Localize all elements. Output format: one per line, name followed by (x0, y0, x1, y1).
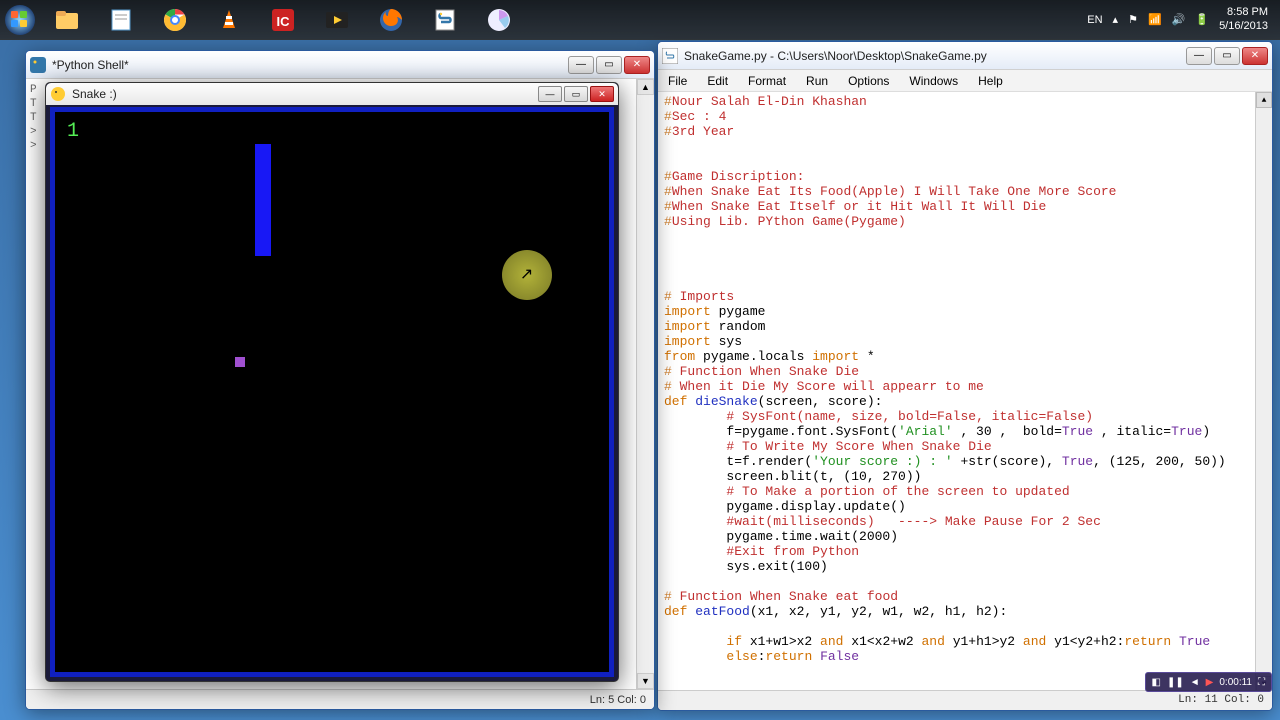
media-pause-button[interactable]: ❚❚ (1167, 677, 1184, 688)
network-icon[interactable]: 📶 (1148, 13, 1162, 26)
snake-game-window: Snake :) — ▭ ✕ 1 (45, 82, 619, 682)
scroll-up-icon[interactable]: ▲ (1256, 92, 1272, 108)
minimize-button[interactable]: — (1186, 47, 1212, 65)
python-file-icon (662, 48, 678, 64)
shell-title: *Python Shell* (52, 58, 566, 72)
idle-col-indicator: Col: 0 (1224, 693, 1264, 708)
scroll-up-icon[interactable]: ▲ (637, 79, 654, 95)
clock[interactable]: 8:58 PM 5/16/2013 (1219, 6, 1268, 32)
idle-title: SnakeGame.py - C:\Users\Noor\Desktop\Sna… (684, 49, 1184, 63)
snake-food (235, 357, 245, 367)
idle-titlebar[interactable]: SnakeGame.py - C:\Users\Noor\Desktop\Sna… (658, 42, 1272, 70)
media-expand-button[interactable]: ⛶ (1258, 677, 1265, 688)
media-controls: ◧ ❚❚ ◄ ▶ 0:00:11 ⛶ (1145, 672, 1272, 692)
idle-menubar: File Edit Format Run Options Windows Hel… (658, 70, 1272, 92)
maximize-button[interactable]: ▭ (1214, 47, 1240, 65)
minimize-button[interactable]: — (538, 86, 562, 102)
battery-icon[interactable]: 🔋 (1195, 13, 1209, 26)
media-app-icon[interactable]: ◧ (1152, 677, 1161, 688)
game-titlebar[interactable]: Snake :) — ▭ ✕ (46, 83, 618, 105)
idle-editor-window: SnakeGame.py - C:\Users\Noor\Desktop\Sna… (657, 41, 1273, 711)
system-tray: EN ▴ ⚑ 📶 🔊 🔋 8:58 PM 5/16/2013 (1087, 6, 1280, 32)
close-button[interactable]: ✕ (590, 86, 614, 102)
menu-options[interactable]: Options (838, 74, 899, 88)
pygame-icon (50, 86, 66, 102)
menu-run[interactable]: Run (796, 74, 838, 88)
minimize-button[interactable]: — (568, 56, 594, 74)
taskbar-app-ic[interactable]: IC (257, 3, 309, 37)
taskbar-app-notepad[interactable] (95, 3, 147, 37)
taskbar-app-firefox[interactable] (365, 3, 417, 37)
svg-text:IC: IC (277, 14, 291, 29)
game-score: 1 (67, 120, 79, 143)
idle-line-indicator: Ln: 11 (1178, 693, 1218, 708)
media-play-button[interactable]: ▶ (1206, 677, 1214, 688)
menu-file[interactable]: File (658, 74, 697, 88)
idle-statusbar: Ln: 11 Col: 0 (658, 690, 1272, 710)
flag-icon[interactable]: ⚑ (1128, 13, 1138, 26)
taskbar-app-python-idle[interactable] (419, 3, 471, 37)
taskbar-app-vlc[interactable] (203, 3, 255, 37)
game-title: Snake :) (72, 87, 536, 101)
menu-edit[interactable]: Edit (697, 74, 738, 88)
clock-date: 5/16/2013 (1219, 20, 1268, 33)
scroll-down-icon[interactable]: ▼ (637, 673, 654, 689)
code-editor[interactable]: #Nour Salah El-Din Khashan#Sec : 4#3rd Y… (664, 94, 1254, 664)
python-icon (30, 57, 46, 73)
shell-scrollbar[interactable]: ▲ ▼ (636, 79, 654, 689)
language-indicator[interactable]: EN (1087, 14, 1102, 26)
taskbar-app-analytics[interactable] (473, 3, 525, 37)
volume-icon[interactable]: 🔊 (1172, 13, 1186, 26)
taskbar-app-chrome[interactable] (149, 3, 201, 37)
menu-help[interactable]: Help (968, 74, 1013, 88)
media-prev-button[interactable]: ◄ (1190, 677, 1200, 688)
taskbar-app-mediaplayer[interactable] (311, 3, 363, 37)
taskbar: IC EN ▴ ⚑ 📶 🔊 🔋 8:58 PM 5/16/2013 (0, 0, 1280, 40)
snake-body (255, 144, 271, 256)
close-button[interactable]: ✕ (624, 56, 650, 74)
tray-chevron-icon[interactable]: ▴ (1113, 13, 1119, 26)
shell-col-indicator: Col: 0 (617, 694, 646, 706)
maximize-button[interactable]: ▭ (564, 86, 588, 102)
taskbar-app-explorer[interactable] (41, 3, 93, 37)
idle-scrollbar[interactable]: ▲ ▼ (1255, 92, 1272, 692)
close-button[interactable]: ✕ (1242, 47, 1268, 65)
game-canvas[interactable]: 1 (50, 107, 614, 677)
clock-time: 8:58 PM (1219, 6, 1268, 19)
shell-statusbar: Ln: 5 Col: 0 (26, 689, 654, 709)
media-elapsed: 0:00:11 (1219, 677, 1252, 688)
shell-line-indicator: Ln: 5 (590, 694, 614, 706)
menu-format[interactable]: Format (738, 74, 796, 88)
start-button[interactable] (0, 0, 40, 40)
menu-windows[interactable]: Windows (899, 74, 968, 88)
shell-titlebar[interactable]: *Python Shell* — ▭ ✕ (26, 51, 654, 79)
maximize-button[interactable]: ▭ (596, 56, 622, 74)
